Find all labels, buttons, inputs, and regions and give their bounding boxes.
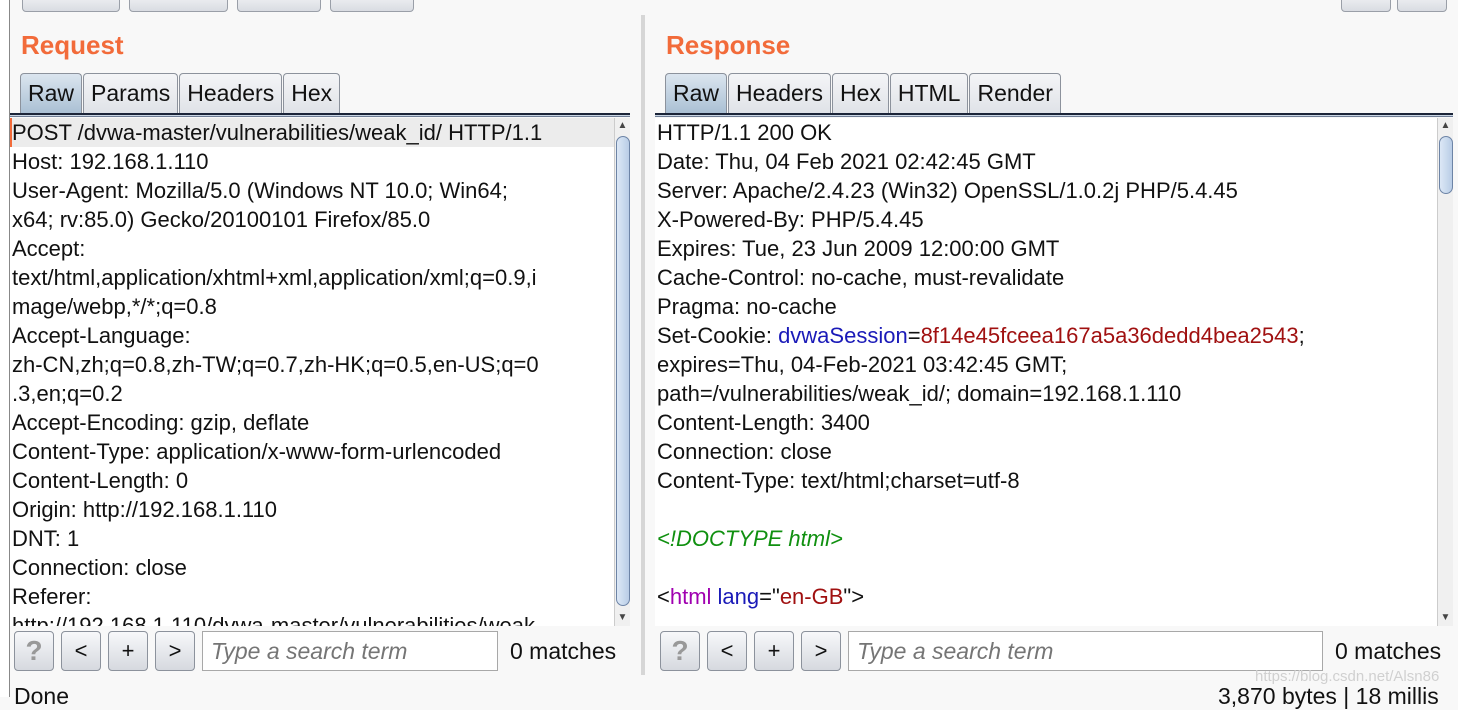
response-tabs: Raw Headers Hex HTML Render	[665, 73, 1062, 114]
text-line: Server: Apache/2.4.23 (Win32) OpenSSL/1.…	[657, 178, 1238, 203]
text-line: .3,en;q=0.2	[12, 381, 123, 406]
tag-name: html	[669, 584, 712, 609]
add-button[interactable]: +	[754, 631, 794, 671]
scroll-thumb[interactable]	[1439, 136, 1453, 194]
text-line: Host: 192.168.1.110	[12, 149, 209, 174]
text-line: DNT: 1	[12, 526, 80, 551]
background-window-edge	[0, 0, 10, 697]
next-button[interactable]: >	[155, 631, 195, 671]
tab-divider	[655, 113, 1453, 117]
scroll-up-icon[interactable]: ▲	[615, 118, 630, 134]
html-tag-line: <html lang="en-GB">	[655, 582, 1437, 611]
pane-splitter[interactable]	[641, 15, 645, 675]
response-search-bar: ? < + > 0 matches	[660, 630, 1441, 672]
text-line: Origin: http://192.168.1.110	[12, 497, 277, 522]
toolbar-button[interactable]	[1341, 0, 1391, 12]
scroll-up-icon[interactable]: ▲	[1438, 118, 1453, 134]
text-line: x64; rv:85.0) Gecko/20100101 Firefox/85.…	[12, 207, 431, 232]
tab-render[interactable]: Render	[969, 73, 1061, 114]
response-editor[interactable]: HTTP/1.1 200 OK Date: Thu, 04 Feb 2021 02…	[655, 118, 1437, 626]
text-line: Cache-Control: no-cache, must-revalidate	[657, 265, 1065, 290]
tab-raw[interactable]: Raw	[665, 73, 728, 114]
cookie-eq: =	[907, 323, 921, 348]
help-button[interactable]: ?	[660, 631, 700, 671]
tab-headers[interactable]: Headers	[179, 73, 283, 114]
text-line: mage/webp,*/*;q=0.8	[12, 294, 217, 319]
cookie-semi: ;	[1298, 323, 1305, 348]
text-line: text/html,application/xhtml+xml,applicat…	[12, 265, 537, 290]
scroll-down-icon[interactable]: ▼	[1438, 610, 1453, 626]
previous-button[interactable]: <	[707, 631, 747, 671]
request-editor[interactable]: POST /dvwa-master/vulnerabilities/weak_i…	[10, 118, 614, 626]
tab-divider	[10, 113, 630, 117]
text-line: http://192.168.1.110/dvwa-master/vulnera…	[12, 613, 535, 626]
request-scrollbar[interactable]: ▲ ▼	[614, 118, 630, 626]
match-count: 0 matches	[510, 637, 617, 664]
text-line: POST /dvwa-master/vulnerabilities/weak_i…	[10, 118, 614, 147]
toolbar-button[interactable]	[1397, 0, 1447, 12]
text-line: zh-CN,zh;q=0.8,zh-TW;q=0.7,zh-HK;q=0.5,e…	[12, 352, 539, 377]
search-input[interactable]	[848, 631, 1323, 671]
scroll-thumb[interactable]	[616, 136, 630, 606]
toolbar-button[interactable]	[237, 0, 321, 12]
tab-hex[interactable]: Hex	[283, 73, 341, 114]
text-line: Date: Thu, 04 Feb 2021 02:42:45 GMT	[657, 149, 1036, 174]
search-input[interactable]	[202, 631, 498, 671]
toolbar-button[interactable]	[22, 0, 120, 12]
tab-hex[interactable]: Hex	[831, 73, 889, 114]
text-line: Pragma: no-cache	[657, 294, 837, 319]
tab-raw[interactable]: Raw	[20, 73, 83, 114]
text-line: path=/vulnerabilities/weak_id/; domain=1…	[657, 381, 1182, 406]
response-scrollbar[interactable]: ▲ ▼	[1437, 118, 1453, 626]
text-line: Accept:	[12, 236, 86, 261]
text-line: Connection: close	[12, 555, 187, 580]
text-line: HTTP/1.1 200 OK	[657, 120, 832, 145]
cookie-prefix: Set-Cookie:	[657, 323, 779, 348]
text-line: Referer:	[12, 584, 92, 609]
tag-close: ">	[843, 584, 865, 609]
response-title: Response	[666, 30, 791, 60]
request-search-bar: ? < + > 0 matches	[14, 630, 616, 672]
text-line: Accept-Language:	[12, 323, 191, 348]
attr-value: en-GB	[779, 584, 844, 609]
scroll-down-icon[interactable]: ▼	[615, 610, 630, 626]
tab-html[interactable]: HTML	[889, 73, 969, 114]
cookie-value: 8f14e45fceea167a5a36dedd4bea2543	[920, 323, 1299, 348]
previous-button[interactable]: <	[61, 631, 101, 671]
text-line: Content-Length: 3400	[657, 410, 870, 435]
toolbar-button[interactable]	[330, 0, 414, 12]
cookie-name: dvwaSession	[778, 323, 908, 348]
text-line: Content-Type: application/x-www-form-url…	[12, 439, 502, 464]
attr-eq: ="	[759, 584, 780, 609]
request-tabs: Raw Params Headers Hex	[20, 73, 341, 114]
text-line: X-Powered-By: PHP/5.4.45	[657, 207, 924, 232]
doctype-line: <!DOCTYPE html>	[657, 526, 843, 551]
add-button[interactable]: +	[108, 631, 148, 671]
text-line: Expires: Tue, 23 Jun 2009 12:00:00 GMT	[657, 236, 1060, 261]
attr-name: lang	[711, 584, 760, 609]
help-button[interactable]: ?	[14, 631, 54, 671]
text-line: expires=Thu, 04-Feb-2021 03:42:45 GMT;	[657, 352, 1068, 377]
tab-headers[interactable]: Headers	[728, 73, 831, 114]
toolbar-button[interactable]	[129, 0, 228, 12]
watermark: https://blog.csdn.net/Alsn86	[1255, 668, 1440, 685]
next-button[interactable]: >	[801, 631, 841, 671]
text-line: Content-Type: text/html;charset=utf-8	[657, 468, 1020, 493]
text-line: Accept-Encoding: gzip, deflate	[12, 410, 310, 435]
match-count: 0 matches	[1335, 637, 1442, 664]
text-line: Content-Length: 0	[12, 468, 189, 493]
tag-open: <	[657, 584, 670, 609]
request-title: Request	[21, 30, 124, 60]
text-line: Connection: close	[657, 439, 832, 464]
text-line: User-Agent: Mozilla/5.0 (Windows NT 10.0…	[12, 178, 508, 203]
set-cookie-line: Set-Cookie: dvwaSession=8f14e45fceea167a…	[655, 321, 1437, 350]
tab-params[interactable]: Params	[83, 73, 179, 114]
